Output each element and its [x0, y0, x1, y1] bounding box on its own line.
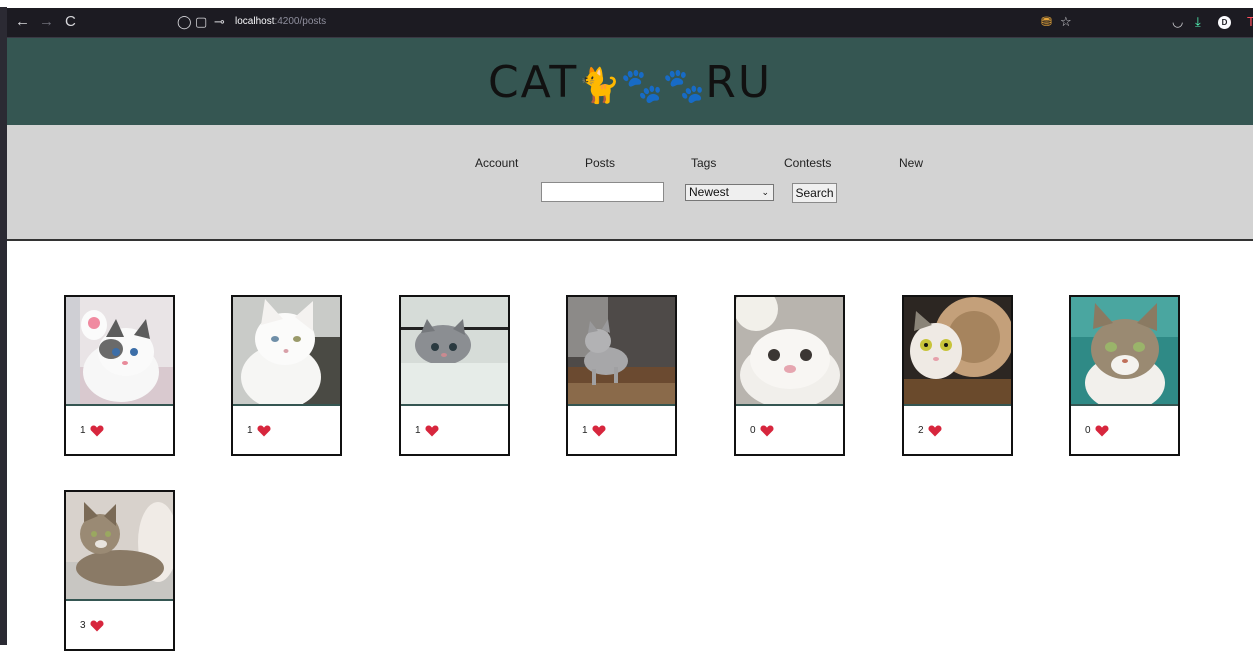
post-card[interactable]: 3: [64, 490, 175, 651]
search-input[interactable]: [541, 182, 664, 202]
like-count: 1: [247, 425, 253, 436]
cat-photo[interactable]: [736, 297, 843, 406]
page-icon: ▢: [195, 14, 208, 29]
nav-contests-link[interactable]: Contests: [784, 155, 831, 171]
post-card[interactable]: 1: [566, 295, 677, 456]
cat-photo[interactable]: [904, 297, 1011, 406]
reload-icon[interactable]: C: [65, 12, 76, 32]
site-logo[interactable]: CAT🐈🐾🐾RU: [7, 54, 1253, 112]
heart-icon[interactable]: [592, 425, 606, 437]
post-card[interactable]: 1: [64, 295, 175, 456]
profile-avatar[interactable]: D: [1218, 16, 1231, 29]
search-button[interactable]: Search: [792, 183, 837, 203]
like-count: 1: [582, 425, 588, 436]
heart-icon[interactable]: [928, 425, 942, 437]
nav-tags-link[interactable]: Tags: [691, 155, 716, 171]
cat-photo[interactable]: [233, 297, 340, 406]
cat-photo[interactable]: [66, 297, 173, 406]
heart-icon[interactable]: [1095, 425, 1109, 437]
post-card[interactable]: 0: [1069, 295, 1180, 456]
heart-icon[interactable]: [90, 620, 104, 632]
back-arrow-icon[interactable]: ←: [15, 12, 30, 32]
window-frame: [0, 0, 7, 645]
nav-new-link[interactable]: New: [899, 155, 923, 171]
like-count: 1: [415, 425, 421, 436]
cat-photo[interactable]: [66, 492, 173, 601]
pocket-icon[interactable]: ◡: [1172, 12, 1183, 32]
like-count: 3: [80, 620, 86, 631]
cat-photo[interactable]: [568, 297, 675, 406]
logo-text-left: CAT: [487, 57, 579, 108]
like-count: 1: [80, 425, 86, 436]
extension-icon[interactable]: ⛃: [1041, 12, 1052, 32]
site-header: CAT🐈🐾🐾RU: [7, 38, 1253, 125]
post-card[interactable]: 0: [734, 295, 845, 456]
cat-photo[interactable]: [401, 297, 508, 406]
forward-arrow-icon[interactable]: →: [39, 12, 54, 32]
url-bar[interactable]: ◯ ▢ ⊸ localhost:4200/posts: [173, 11, 1073, 35]
chevron-down-icon: ⌄: [761, 187, 769, 197]
post-card[interactable]: 1: [231, 295, 342, 456]
bookmark-star-icon[interactable]: ☆: [1060, 12, 1072, 32]
url-text[interactable]: localhost:4200/posts: [235, 15, 326, 29]
nav-posts-link[interactable]: Posts: [585, 155, 615, 171]
heart-icon[interactable]: [90, 425, 104, 437]
sort-select[interactable]: Newest ⌄: [685, 184, 774, 201]
heart-icon[interactable]: [257, 425, 271, 437]
url-host: localhost: [235, 16, 275, 27]
nav-account-link[interactable]: Account: [475, 155, 518, 171]
overflow-icon[interactable]: T: [1247, 12, 1253, 32]
shield-icon[interactable]: ◯: [177, 13, 192, 31]
url-path: :4200/posts: [274, 16, 327, 27]
like-count: 2: [918, 425, 924, 436]
logo-text-right: RU: [705, 57, 773, 108]
cat-photo[interactable]: [1071, 297, 1178, 406]
post-card[interactable]: 2: [902, 295, 1013, 456]
heart-icon[interactable]: [760, 425, 774, 437]
heart-icon[interactable]: [425, 425, 439, 437]
post-card[interactable]: 1: [399, 295, 510, 456]
browser-toolbar: ← → C ◯ ▢ ⊸ localhost:4200/posts ⛃ ☆ ◡ ⤓…: [7, 8, 1253, 38]
sort-selected-value: Newest: [689, 185, 730, 199]
nav-panel: Account Posts Tags Contests New Newest ⌄…: [7, 125, 1253, 241]
paw-prints-icon: 🐈🐾🐾: [578, 66, 706, 106]
key-icon[interactable]: ⊸: [214, 13, 225, 31]
download-icon[interactable]: ⤓: [1195, 12, 1201, 32]
like-count: 0: [1085, 425, 1091, 436]
like-count: 0: [750, 425, 756, 436]
window-top-margin: [0, 0, 1253, 7]
